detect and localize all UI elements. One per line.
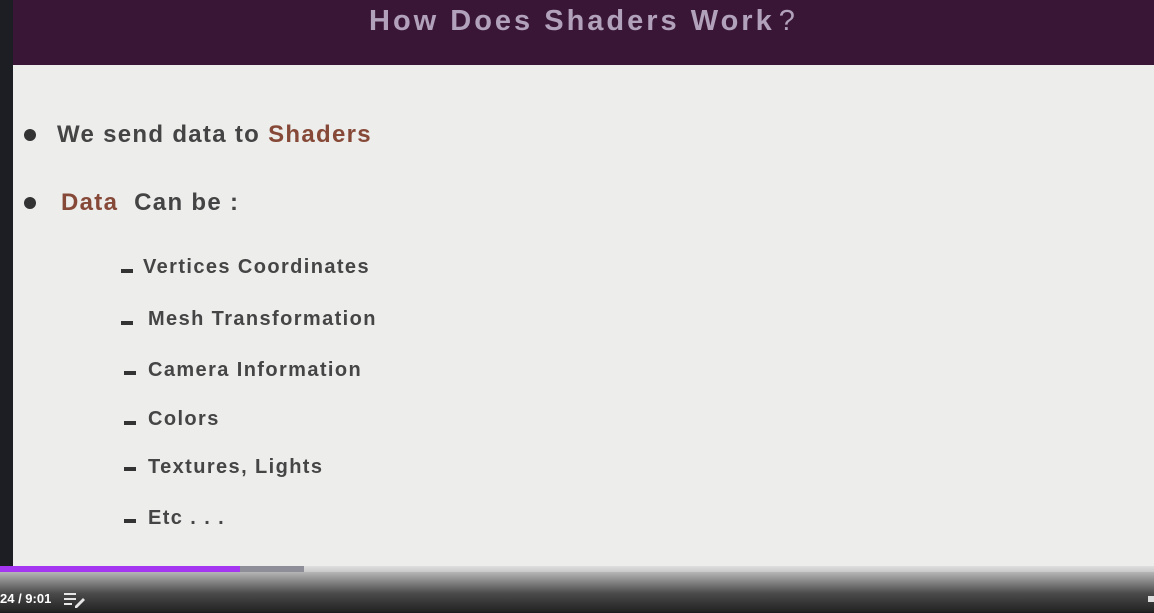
sub-item-textures: Textures, Lights [148,456,324,478]
dash-marker [124,519,136,523]
bullet-text: We send data to [57,121,261,148]
dash-marker [124,421,136,425]
question-glyph: ? [778,5,795,37]
bullet-accent-shaders: Shaders [268,121,372,148]
sub-item-vertices: Vertices Coordinates [143,256,370,278]
transcript-list-icon[interactable] [63,590,87,608]
left-edge-strip [0,0,13,612]
sub-item-colors: Colors [148,408,220,430]
bullet-accent-data: Data [61,189,119,216]
bullet-dot [24,129,36,141]
dash-marker [124,371,136,375]
slide-title: How Does Shaders Work? [369,5,795,38]
bullet-dot [24,197,36,209]
progress-bar[interactable] [0,566,1154,572]
slide-title-bar: How Does Shaders Work? [13,0,1154,65]
sub-item-mesh: Mesh Transformation [148,308,377,330]
dash-marker [124,467,136,471]
slide: How Does Shaders Work? We send data to S… [13,0,1154,566]
slide-title-text: How Does Shaders Work [369,5,775,37]
sub-item-etc: Etc . . . [148,507,226,529]
player-controls-bar [0,566,1154,612]
sub-item-camera: Camera Information [148,359,363,381]
bullet-item-data-can-be: Data Can be : [61,189,239,217]
time-display: 24 / 9:01 [0,591,52,606]
progress-played [0,566,241,572]
corner-marker [1148,596,1154,602]
bullet-item-send-data: We send data to Shaders [57,121,372,149]
bullet-text: Can be : [134,189,240,216]
dash-marker [121,321,133,325]
dash-marker [121,269,133,273]
